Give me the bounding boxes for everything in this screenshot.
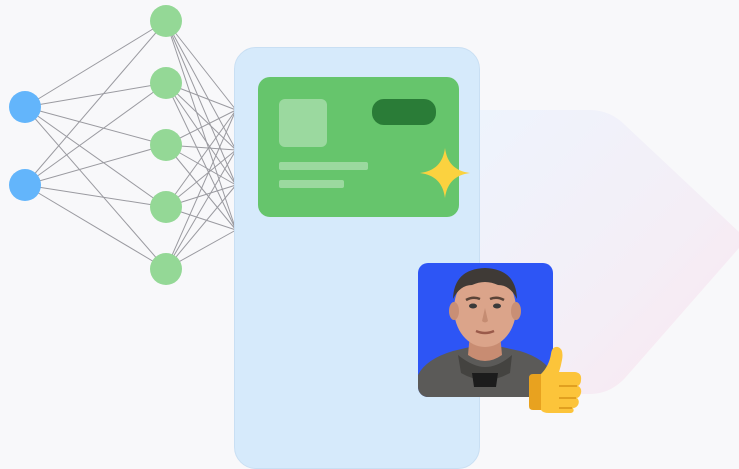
network-edge (24, 106, 167, 208)
input-node (9, 169, 41, 201)
card-chip (279, 99, 327, 147)
hidden-node (150, 191, 182, 223)
network-edge (24, 106, 167, 146)
network-edge (24, 82, 167, 186)
network-edge (24, 20, 167, 108)
hidden-node (150, 129, 182, 161)
sparkle-icon (420, 148, 470, 198)
network-edge (24, 184, 167, 270)
hidden-node (150, 253, 182, 285)
input-node (9, 91, 41, 123)
network-edge (165, 20, 237, 186)
network-edge (24, 144, 167, 186)
card-pill-badge (372, 99, 436, 125)
hidden-node (150, 67, 182, 99)
hidden-node (150, 5, 182, 37)
card-text-line (279, 180, 344, 188)
thumbs-up-icon (529, 346, 582, 413)
card-text-line (279, 162, 368, 170)
